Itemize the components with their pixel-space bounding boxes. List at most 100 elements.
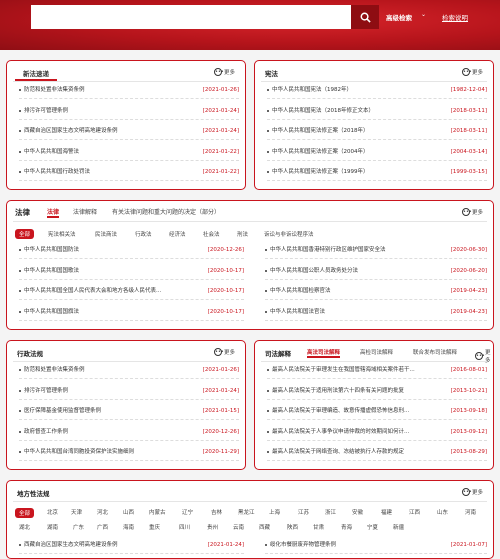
list-item[interactable]: 西藏自治区国家生态文明高地建设条例 [2021-01-24]	[19, 126, 239, 136]
tab-legal-decisions[interactable]: 有关法律问题和重大问题的决定（部分）	[112, 207, 220, 216]
chevron-down-icon[interactable]: ⌄	[421, 11, 426, 18]
list-item-title[interactable]: 中华人民共和国全国人民代表大会和地方各级人民代表...	[24, 286, 161, 296]
category-filter[interactable]: 行政法	[131, 229, 156, 239]
list-item[interactable]: 最高人民法院关于审理编造、故意传播虚假恐怖信息刑... [2013-09-18]	[267, 406, 487, 416]
list-item-title[interactable]: 最高人民法院关于审理编造、故意传播虚假恐怖信息刑...	[272, 406, 409, 416]
list-item[interactable]: 中华人民共和国国旗法 [2020-10-17]	[19, 307, 244, 317]
region-filter[interactable]: 青海	[341, 523, 352, 531]
region-filter[interactable]: 陕西	[287, 523, 298, 531]
list-item[interactable]: 西藏自治区国家生态文明高地建设条例 [2021-01-24]	[19, 540, 244, 550]
list-item-title[interactable]: 中华人民共和国香港特别行政区维护国家安全法	[270, 245, 386, 255]
list-item[interactable]: 中华人民共和国宪法修正案（2004年） [2004-03-14]	[267, 147, 487, 157]
list-item[interactable]: 中华人民共和国公职人员政务处分法 [2020-06-20]	[265, 266, 487, 276]
region-filter[interactable]: 辽宁	[182, 508, 193, 516]
list-item[interactable]: 中华人民共和国检察官法 [2019-04-23]	[265, 286, 487, 296]
list-item[interactable]: 中华人民共和国行政处罚法 [2021-01-22]	[19, 167, 239, 177]
list-item[interactable]: 中华人民共和国国防法 [2020-12-26]	[19, 245, 244, 255]
region-filter[interactable]: 甘肃	[313, 523, 324, 531]
category-filter[interactable]: 民法商法	[91, 229, 121, 239]
list-item-title[interactable]: 西藏自治区国家生态文明高地建设条例	[24, 126, 118, 136]
list-item-title[interactable]: 最高人民法院关于网络查询、冻结被执行人存款的规定	[272, 447, 404, 457]
region-filter[interactable]: 山东	[437, 508, 448, 516]
list-item-title[interactable]: 排污许可管理条例	[24, 386, 68, 396]
region-filter[interactable]: 安徽	[352, 508, 363, 516]
list-item-title[interactable]: 中华人民共和国海警法	[24, 147, 79, 157]
tab-supreme-court[interactable]: 高法司法解释	[307, 348, 341, 358]
list-item-title[interactable]: 西藏自治区国家生态文明高地建设条例	[24, 540, 118, 550]
list-item[interactable]: 中华人民共和国台湾同胞投资保护法实施细则 [2020-11-29]	[19, 447, 239, 457]
list-item[interactable]: 中华人民共和国国歌法 [2020-10-17]	[19, 266, 244, 276]
category-filter[interactable]: 诉讼与非诉讼程序法	[260, 229, 318, 239]
list-item-title[interactable]: 中华人民共和国国旗法	[24, 307, 79, 317]
region-filter[interactable]: 贵州	[207, 523, 218, 531]
list-item-title[interactable]: 防范和处置非法集资条例	[24, 365, 85, 375]
region-filter[interactable]: 天津	[71, 508, 82, 516]
constitution-more-link[interactable]: ••• 更多	[462, 68, 483, 76]
list-item-title[interactable]: 医疗保障基金使用监督管理条例	[24, 406, 101, 416]
list-item-title[interactable]: 中华人民共和国宪法修正案（2004年）	[272, 147, 369, 157]
list-item-title[interactable]: 中华人民共和国国歌法	[24, 266, 79, 276]
category-filter[interactable]: 刑法	[233, 229, 252, 239]
category-filter[interactable]: 社会法	[199, 229, 224, 239]
region-filter[interactable]: 云南	[233, 523, 244, 531]
tab-laws[interactable]: 法律	[47, 207, 60, 218]
region-filter[interactable]: 江苏	[298, 508, 309, 516]
list-item-title[interactable]: 中华人民共和国宪法修正案（1999年）	[272, 167, 369, 177]
list-item-title[interactable]: 中华人民共和国公职人员政务处分法	[270, 266, 358, 276]
list-item[interactable]: 最高人民法院关于人事争议申请仲裁的时效期间如何计... [2013-09-12]	[267, 427, 487, 437]
list-item[interactable]: 中华人民共和国宪法修正案（2018年） [2018-03-11]	[267, 126, 487, 136]
region-filter[interactable]: 宁夏	[367, 523, 378, 531]
list-item-title[interactable]: 中华人民共和国宪法修正案（2018年）	[272, 126, 369, 136]
list-item-title[interactable]: 最高人民法院关于审理发生在我国管辖海域相关案件若干...	[272, 365, 415, 375]
category-filter[interactable]: 经济法	[165, 229, 190, 239]
list-item[interactable]: 中华人民共和国海警法 [2021-01-22]	[19, 147, 239, 157]
list-item[interactable]: 政府督查工作条例 [2020-12-26]	[19, 427, 239, 437]
category-filter[interactable]: 全部	[15, 229, 35, 239]
region-filter[interactable]: 黑龙江	[238, 508, 255, 516]
list-item-title[interactable]: 中华人民共和国国防法	[24, 245, 79, 255]
list-item[interactable]: 最高人民法院关于网络查询、冻结被执行人存款的规定 [2013-08-29]	[267, 447, 487, 457]
list-item-title[interactable]: 中华人民共和国行政处罚法	[24, 167, 90, 177]
list-item-title[interactable]: 最高人民法院关于适用刑法第六十四条有关问题的批复	[272, 386, 404, 396]
region-filter[interactable]: 广东	[73, 523, 84, 531]
list-item[interactable]: 最高人民法院关于适用刑法第六十四条有关问题的批复 [2013-10-21]	[267, 386, 487, 396]
region-filter[interactable]: 内蒙古	[149, 508, 166, 516]
region-filter[interactable]: 西藏	[259, 523, 270, 531]
region-filter[interactable]: 福建	[381, 508, 392, 516]
list-item-title[interactable]: 最高人民法院关于人事争议申请仲裁的时效期间如何计...	[272, 427, 409, 437]
list-item[interactable]: 最高人民法院关于审理发生在我国管辖海域相关案件若干... [2016-08-01]	[267, 365, 487, 375]
region-filter[interactable]: 上海	[269, 508, 280, 516]
search-help-link[interactable]: 检索说明	[442, 12, 468, 22]
admin-regs-more-link[interactable]: ••• 更多	[214, 348, 235, 356]
list-item-title[interactable]: 中华人民共和国台湾同胞投资保护法实施细则	[24, 447, 134, 457]
list-item[interactable]: 防范和处置非法集资条例 [2021-01-26]	[19, 365, 239, 375]
region-filter[interactable]: 江西	[409, 508, 420, 516]
list-item-title[interactable]: 中华人民共和国法官法	[270, 307, 325, 317]
region-filter[interactable]: 四川	[179, 523, 190, 531]
list-item[interactable]: 绥化市餐厨废弃物管理条例 [2021-01-07]	[265, 540, 487, 550]
region-filter[interactable]: 广西	[97, 523, 108, 531]
advanced-search-link[interactable]: 高级检索	[386, 12, 412, 22]
list-item-title[interactable]: 中华人民共和国检察官法	[270, 286, 331, 296]
list-item-title[interactable]: 防范和处置非法集资条例	[24, 85, 85, 95]
search-button[interactable]	[351, 5, 379, 29]
tab-supreme-procuratorate[interactable]: 高检司法解释	[360, 348, 393, 356]
list-item[interactable]: 医疗保障基金使用监督管理条例 [2021-01-15]	[19, 406, 239, 416]
tab-law-interpretation[interactable]: 法律解释	[73, 207, 97, 216]
region-filter[interactable]: 浙江	[325, 508, 336, 516]
laws-more-link[interactable]: ••• 更多	[462, 208, 483, 216]
list-item[interactable]: 中华人民共和国宪法（1982年） [1982-12-04]	[267, 85, 487, 95]
region-filter[interactable]: 吉林	[211, 508, 222, 516]
list-item[interactable]: 中华人民共和国香港特别行政区维护国家安全法 [2020-06-30]	[265, 245, 487, 255]
list-item[interactable]: 防范和处置非法集资条例 [2021-01-26]	[19, 85, 239, 95]
region-filter[interactable]: 湖南	[47, 523, 58, 531]
list-item-title[interactable]: 政府督查工作条例	[24, 427, 68, 437]
category-filter[interactable]: 宪法相关法	[44, 229, 80, 239]
region-filter[interactable]: 河南	[465, 508, 476, 516]
list-item-title[interactable]: 中华人民共和国宪法（1982年）	[272, 85, 352, 95]
local-regs-more-link[interactable]: ••• 更多	[462, 488, 483, 496]
list-item-title[interactable]: 中华人民共和国宪法（2018年修正文本）	[272, 106, 374, 116]
list-item[interactable]: 中华人民共和国宪法修正案（1999年） [1999-03-15]	[267, 167, 487, 177]
region-filter[interactable]: 海南	[123, 523, 134, 531]
region-filter[interactable]: 北京	[47, 508, 58, 516]
